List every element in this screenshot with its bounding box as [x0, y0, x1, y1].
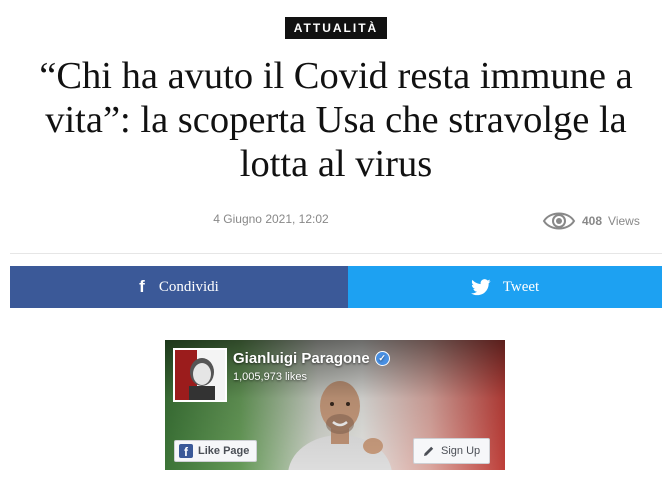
facebook-page-widget[interactable]: Gianluigi Paragone ✓ 1,005,973 likes f L… — [165, 340, 505, 470]
share-twitter-label: Tweet — [502, 278, 540, 295]
views-count: 408 — [582, 214, 603, 228]
views-counter: 408 Views — [542, 207, 640, 235]
pencil-icon — [424, 446, 434, 456]
sign-up-button[interactable]: Sign Up — [413, 438, 491, 464]
facebook-logo-icon: f — [179, 444, 193, 458]
share-twitter-button[interactable]: Tweet — [348, 266, 662, 308]
verified-badge-icon: ✓ — [374, 351, 390, 366]
category-badge[interactable]: ATTUALITÀ — [285, 17, 387, 39]
article-date: 4 Giugno 2021, 12:02 — [213, 212, 329, 226]
sign-up-label: Sign Up — [441, 445, 481, 457]
like-page-button[interactable]: f Like Page — [174, 440, 258, 462]
page-likes-count: 1,005,973 likes — [233, 371, 307, 383]
article-headline: “Chi ha avuto il Covid resta immune a vi… — [39, 55, 633, 185]
eye-icon — [542, 212, 576, 230]
page-avatar[interactable] — [173, 348, 227, 402]
page-name[interactable]: Gianluigi Paragone ✓ — [233, 350, 390, 367]
like-page-label: Like Page — [198, 445, 250, 457]
avatar-image — [175, 350, 225, 400]
page-name-text: Gianluigi Paragone — [233, 350, 370, 367]
facebook-icon: f — [139, 277, 145, 296]
twitter-bird-icon — [470, 278, 491, 295]
views-label: Views — [608, 214, 640, 228]
share-facebook-label: Condividi — [158, 278, 219, 295]
share-facebook-button[interactable]: f Condividi — [10, 266, 348, 308]
divider — [10, 253, 662, 254]
